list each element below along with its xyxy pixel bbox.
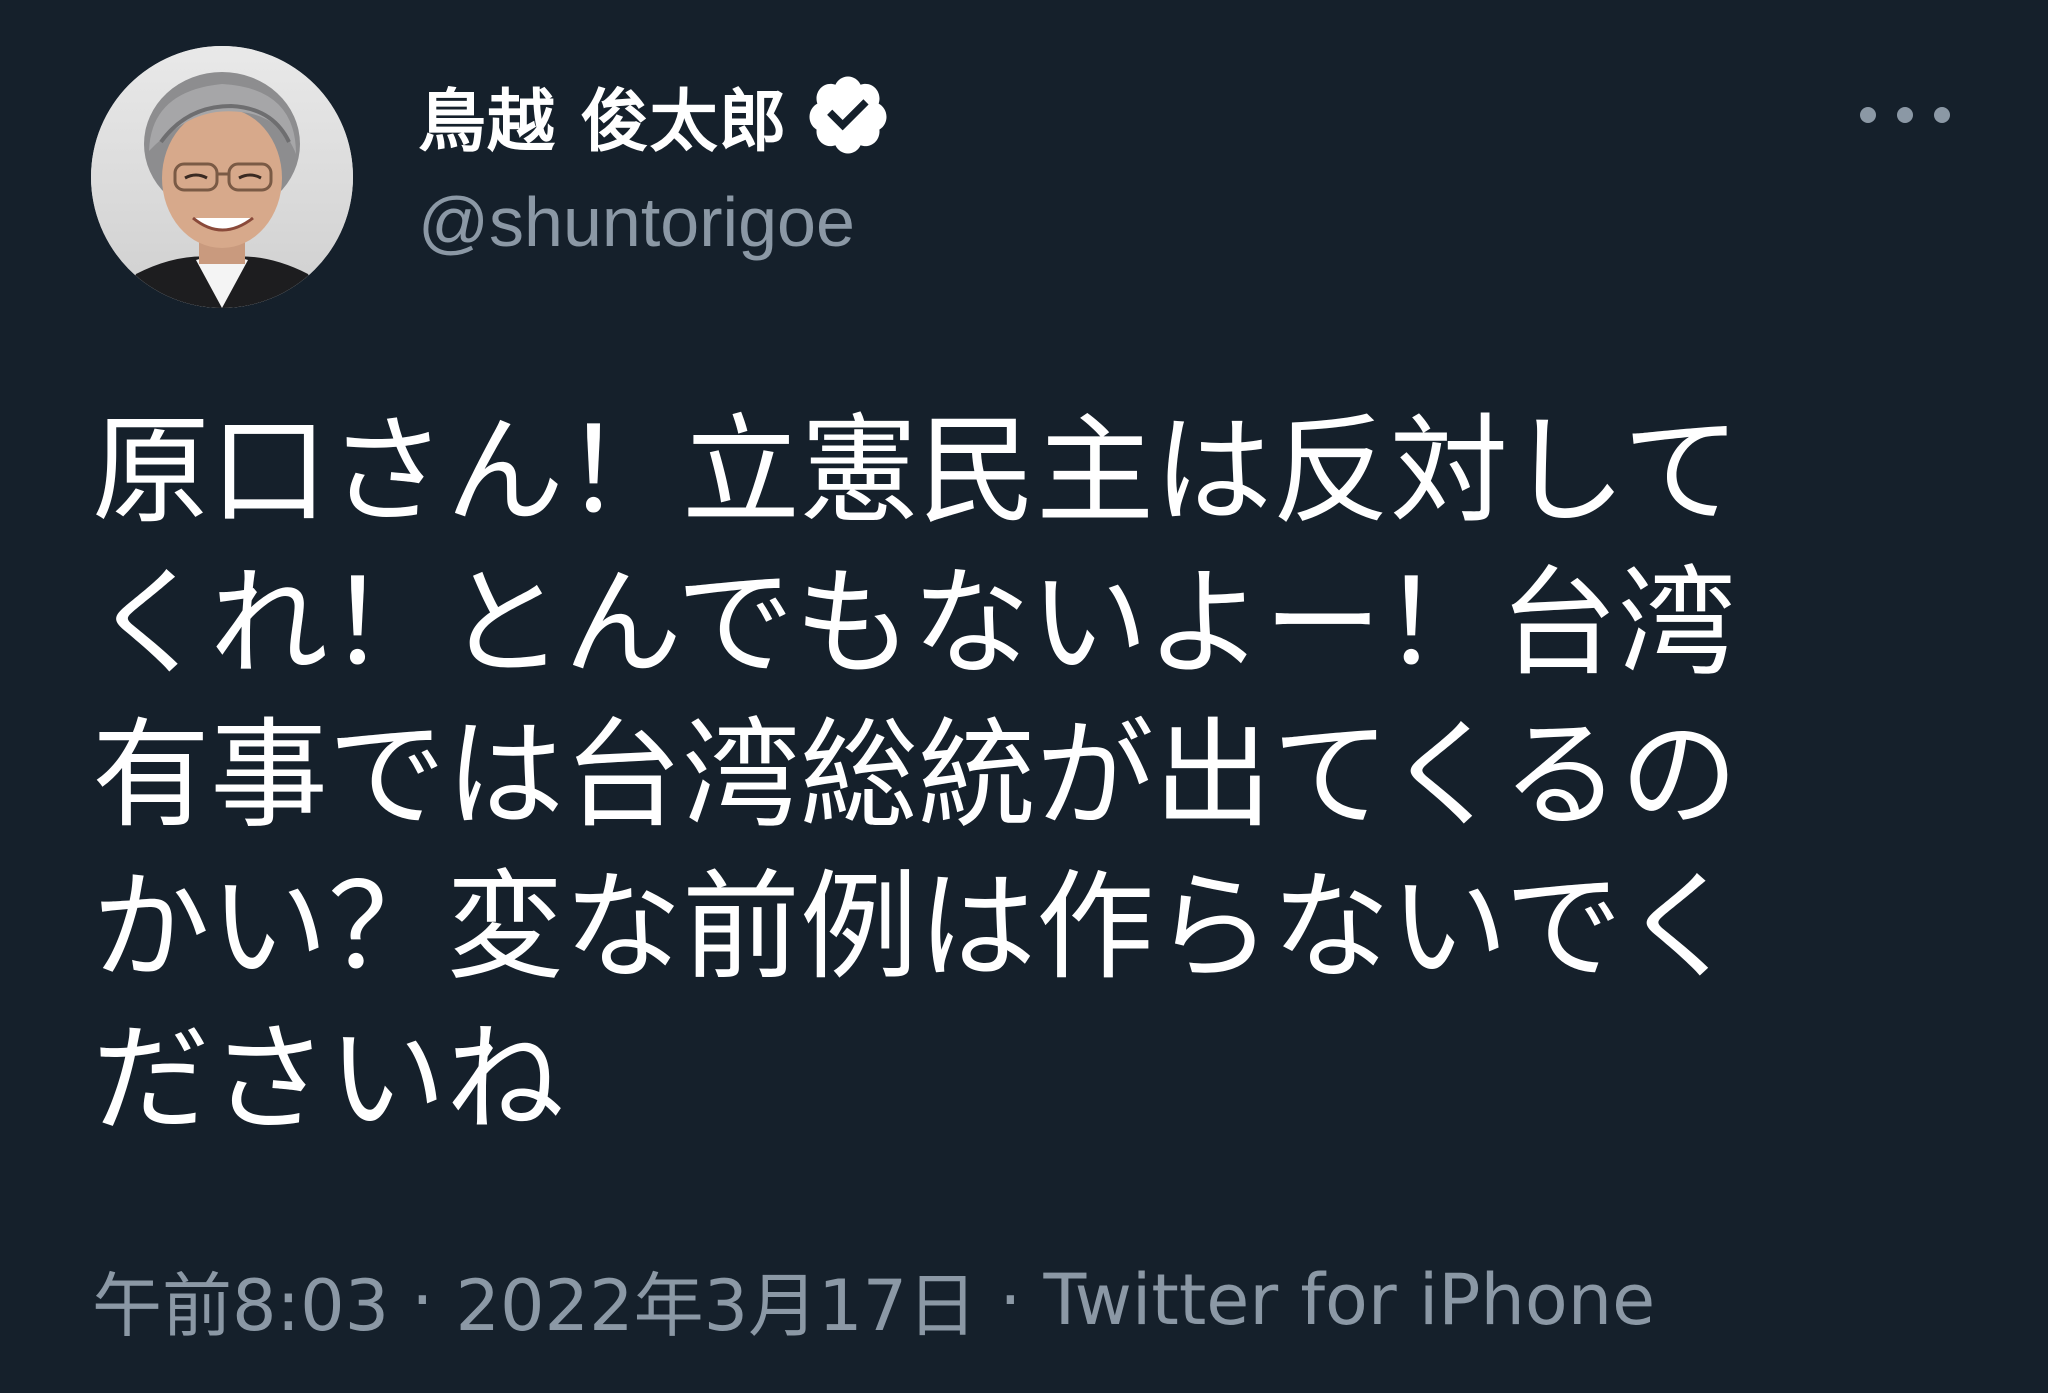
- author-handle[interactable]: @shuntorigoe: [418, 182, 855, 262]
- tweet-detail: 鳥越 俊太郎 @shuntorigoe 原口さん！立憲民主は反対して くれ！とん…: [0, 0, 2048, 1393]
- author-name-row[interactable]: 鳥越 俊太郎: [418, 70, 892, 162]
- tweet-text: 原口さん！立憲民主は反対して くれ！とんでもないよー！台湾 有事では台湾総統が出…: [92, 402, 1741, 1148]
- tweet-metadata: 午前8:03 · 2022年3月17日 · Twitter for iPhone: [92, 1255, 1656, 1347]
- tweet-date[interactable]: 2022年3月17日: [455, 1250, 977, 1351]
- display-name[interactable]: 鳥越 俊太郎: [418, 66, 788, 165]
- more-dot: [1897, 107, 1913, 123]
- more-dot: [1860, 107, 1876, 123]
- tweet-time[interactable]: 午前8:03: [92, 1250, 389, 1351]
- more-options-icon[interactable]: [1860, 90, 1950, 140]
- meta-separator: ·: [411, 1259, 434, 1341]
- meta-separator: ·: [999, 1259, 1022, 1341]
- avatar[interactable]: [91, 46, 353, 308]
- verified-badge-icon: [809, 76, 887, 154]
- profile-photo-icon: [91, 46, 353, 308]
- tweet-source[interactable]: Twitter for iPhone: [1044, 1259, 1656, 1341]
- more-dot: [1934, 107, 1950, 123]
